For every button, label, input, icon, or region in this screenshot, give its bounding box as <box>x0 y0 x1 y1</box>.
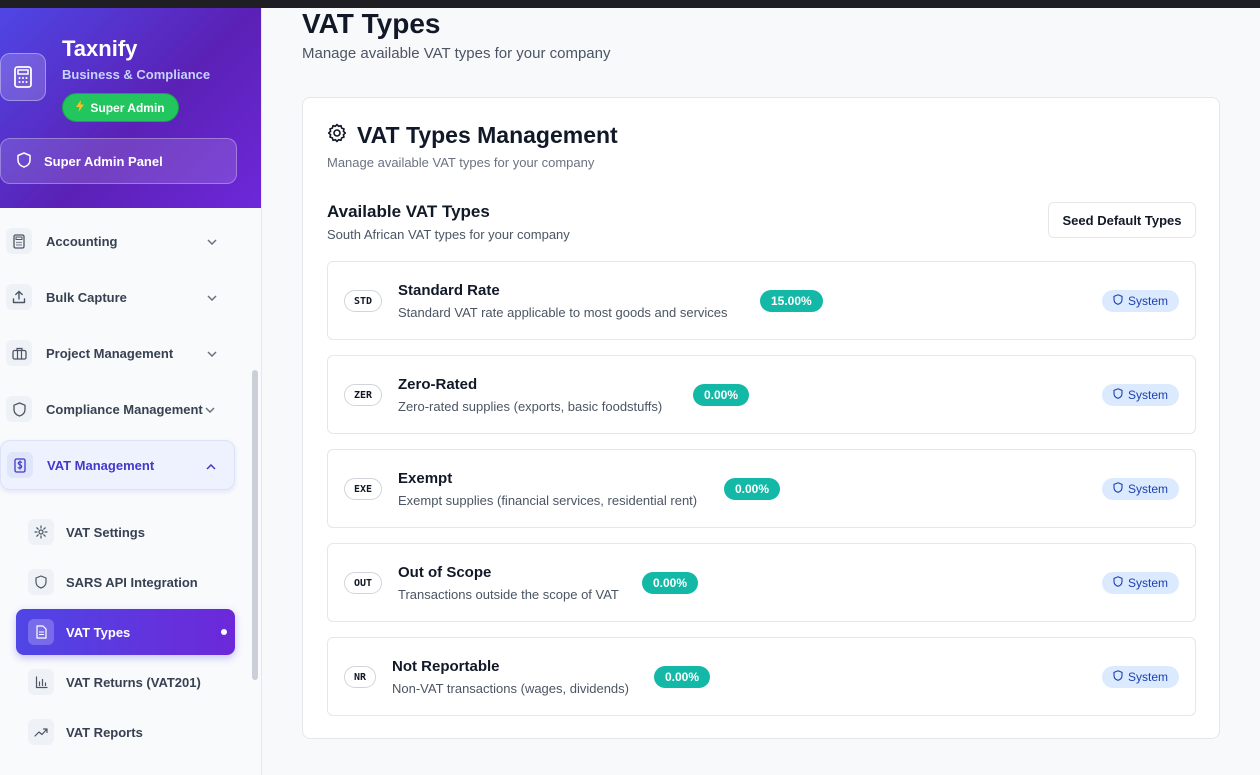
chevron-down-icon <box>207 289 217 304</box>
calculator-icon <box>6 228 32 254</box>
sidebar-subitem-sars-api-integration[interactable]: SARS API Integration <box>16 559 235 605</box>
vat-type-description: Exempt supplies (financial services, res… <box>398 493 698 508</box>
vat-type-description: Transactions outside the scope of VAT <box>398 587 619 602</box>
vat-type-row[interactable]: EXE Exempt Exempt supplies (financial se… <box>327 449 1196 528</box>
vat-code-badge: EXE <box>344 478 383 500</box>
seed-default-types-button[interactable]: Seed Default Types <box>1048 202 1196 238</box>
card-title-text: VAT Types Management <box>357 122 618 148</box>
shield-icon <box>1113 294 1123 308</box>
sidebar-item-label: Bulk Capture <box>46 289 127 305</box>
system-badge-label: System <box>1127 482 1168 496</box>
sidebar-item-bulk-capture[interactable]: Bulk Capture <box>0 272 235 322</box>
vat-type-name: Not Reportable <box>392 658 500 675</box>
shield-icon <box>1113 670 1123 684</box>
sidebar-subitem-label: VAT Types <box>66 624 131 640</box>
section-subtitle: South African VAT types for your company <box>327 227 570 242</box>
app-name: Taxnify <box>62 36 138 61</box>
vat-types-card: VAT Types Management Manage available VA… <box>302 97 1220 739</box>
active-indicator-dot <box>221 629 227 635</box>
vat-type-description: Zero-rated supplies (exports, basic food… <box>398 399 663 414</box>
sidebar-subitem-label: VAT Settings <box>66 524 145 540</box>
vat-type-row[interactable]: STD Standard Rate Standard VAT rate appl… <box>327 261 1196 340</box>
section-title: Available VAT Types <box>327 202 490 221</box>
vat-rate-badge: 0.00% <box>693 384 750 406</box>
vat-code-badge: ZER <box>344 384 383 406</box>
shield-icon <box>6 396 32 422</box>
briefcase-icon <box>6 340 32 366</box>
bar-chart-icon <box>28 669 54 695</box>
chevron-up-icon <box>206 458 216 473</box>
vat-type-row[interactable]: OUT Out of Scope Transactions outside th… <box>327 543 1196 622</box>
trend-icon <box>28 719 54 745</box>
system-badge-label: System <box>1127 388 1168 402</box>
gear-icon <box>327 122 347 149</box>
system-badge-label: System <box>1127 576 1168 590</box>
vat-code-badge: OUT <box>344 572 383 594</box>
file-icon <box>28 619 54 645</box>
card-title: VAT Types Management <box>327 122 618 149</box>
sidebar-item-label: VAT Management <box>47 457 155 473</box>
sidebar-item-vat-management[interactable]: VAT Management <box>0 440 235 490</box>
system-badge: System <box>1102 290 1179 312</box>
shield-icon <box>1113 576 1123 590</box>
brand-header: Taxnify Business & Compliance Super Admi… <box>0 8 261 208</box>
sidebar: Taxnify Business & Compliance Super Admi… <box>0 8 262 775</box>
sidebar-item-project-management[interactable]: Project Management <box>0 328 235 378</box>
sidebar-subitem-vat-types[interactable]: VAT Types <box>16 609 235 655</box>
upload-icon <box>6 284 32 310</box>
super-admin-panel-button[interactable]: Super Admin Panel <box>0 138 237 184</box>
vat-type-name: Zero-Rated <box>398 376 478 393</box>
window-top-bar <box>0 0 1260 8</box>
sidebar-item-accounting[interactable]: Accounting <box>0 216 235 266</box>
lightning-icon <box>76 100 85 115</box>
card-subtitle: Manage available VAT types for your comp… <box>327 155 595 170</box>
gear-icon <box>28 519 54 545</box>
sidebar-item-label: Project Management <box>46 345 174 361</box>
sidebar-item-compliance-management[interactable]: Compliance Management <box>0 384 235 434</box>
vat-rate-badge: 0.00% <box>642 572 699 594</box>
vat-code-badge: STD <box>344 290 383 312</box>
vat-type-description: Non-VAT transactions (wages, dividends) <box>392 681 629 696</box>
vat-rate-badge: 15.00% <box>760 290 823 312</box>
receipt-icon <box>7 452 33 478</box>
sidebar-subitem-vat-returns[interactable]: VAT Returns (VAT201) <box>16 659 235 705</box>
sidebar-scrollbar[interactable] <box>252 370 258 680</box>
system-badge: System <box>1102 572 1179 594</box>
chevron-down-icon <box>207 233 217 248</box>
chevron-down-icon <box>205 401 215 416</box>
calculator-icon <box>0 53 46 101</box>
system-badge: System <box>1102 478 1179 500</box>
sidebar-subitem-label: VAT Reports <box>66 724 143 740</box>
vat-rate-badge: 0.00% <box>724 478 781 500</box>
sidebar-subitem-vat-settings[interactable]: VAT Settings <box>16 509 235 555</box>
sidebar-item-label: Compliance Management <box>46 401 203 417</box>
app-tagline: Business & Compliance <box>62 67 211 82</box>
super-admin-badge: Super Admin <box>62 93 179 122</box>
vat-type-row[interactable]: ZER Zero-Rated Zero-rated supplies (expo… <box>327 355 1196 434</box>
shield-icon <box>28 569 54 595</box>
page-title: VAT Types <box>302 8 441 39</box>
system-badge-label: System <box>1127 670 1168 684</box>
sidebar-item-label: Accounting <box>46 233 118 249</box>
vat-type-name: Out of Scope <box>398 564 492 581</box>
vat-type-description: Standard VAT rate applicable to most goo… <box>398 305 728 320</box>
shield-icon <box>1113 388 1123 402</box>
vat-code-badge: NR <box>344 666 377 688</box>
page-subtitle: Manage available VAT types for your comp… <box>302 45 611 62</box>
system-badge: System <box>1102 384 1179 406</box>
chevron-down-icon <box>207 345 217 360</box>
vat-type-name: Standard Rate <box>398 282 500 299</box>
shield-icon <box>17 151 31 171</box>
shield-icon <box>1113 482 1123 496</box>
system-badge: System <box>1102 666 1179 688</box>
sidebar-subitem-vat-reports[interactable]: VAT Reports <box>16 709 235 755</box>
sidebar-subitem-label: VAT Returns (VAT201) <box>66 674 201 690</box>
sidebar-subitem-label: SARS API Integration <box>66 574 198 590</box>
vat-type-name: Exempt <box>398 470 453 487</box>
vat-rate-badge: 0.00% <box>654 666 711 688</box>
super-admin-badge-label: Super Admin <box>90 100 165 115</box>
system-badge-label: System <box>1127 294 1168 308</box>
super-admin-panel-label: Super Admin Panel <box>44 153 163 169</box>
vat-type-row[interactable]: NR Not Reportable Non-VAT transactions (… <box>327 637 1196 716</box>
